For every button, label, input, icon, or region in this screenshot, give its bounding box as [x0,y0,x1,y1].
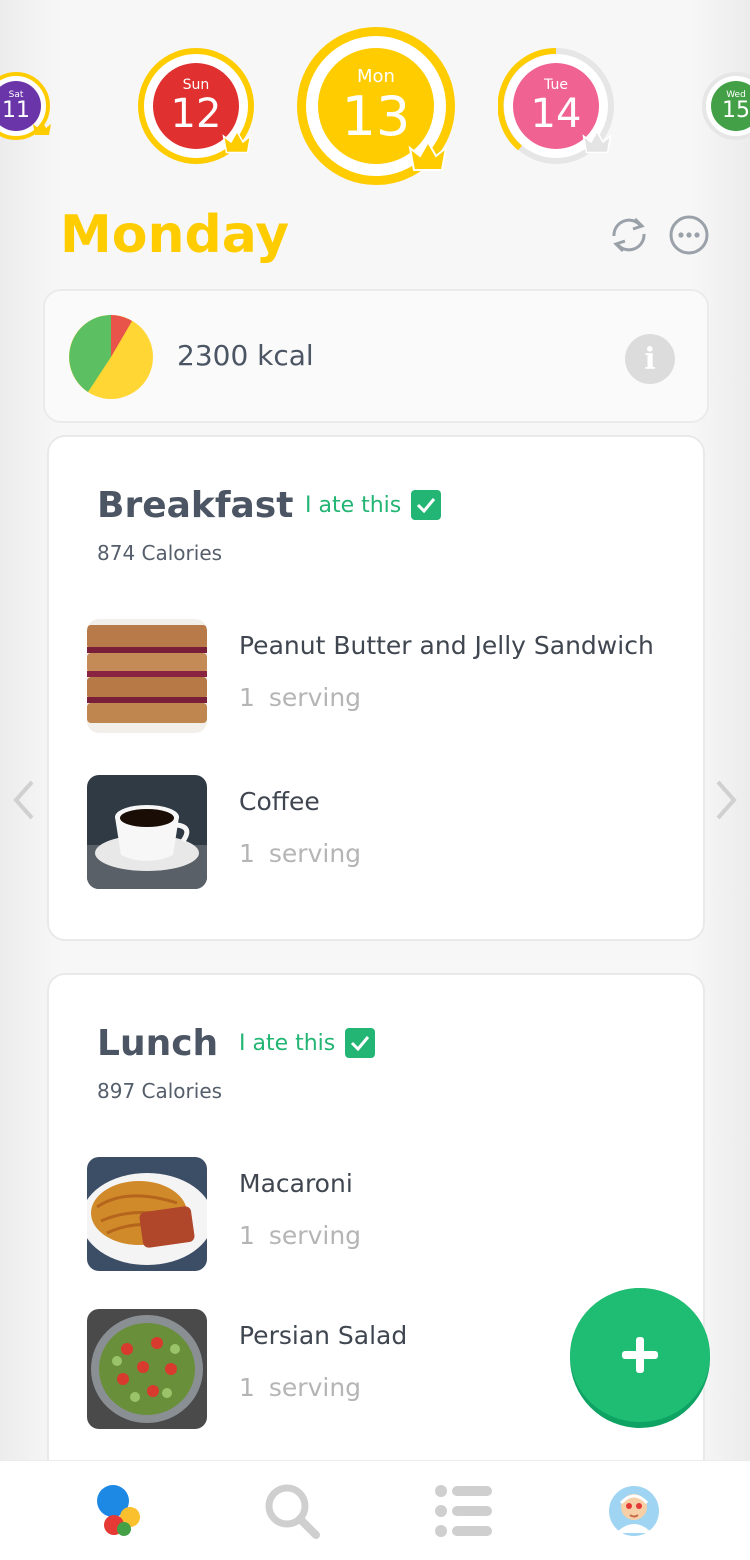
food-image-pbj-sandwich [87,619,207,733]
macro-pie-chart [69,315,153,399]
nav-home[interactable] [25,1461,212,1560]
crown-icon [33,121,51,135]
ate-this-label: I ate this [305,492,402,518]
food-name: Coffee [239,787,320,816]
serving-quantity: 1 [239,683,255,712]
day-date: 15 [722,97,750,123]
day-mon-13[interactable]: Mon 13 [297,27,455,185]
food-serving: 1 serving [239,839,361,868]
bottom-nav [0,1460,750,1560]
meal-title: Lunch [97,1023,219,1064]
serving-unit: serving [268,1373,362,1402]
food-image-coffee [87,775,207,889]
food-serving: 1 serving [239,1221,361,1250]
serving-quantity: 1 [239,1221,255,1250]
serving-unit: serving [268,683,362,712]
day-sun-12[interactable]: Sun 12 [138,48,254,164]
meal-card-breakfast: Breakfast I ate this 874 Calories Peanut… [47,435,705,941]
crown-icon [222,130,252,154]
day-wed-15[interactable]: Wed 15 [702,72,750,140]
food-item[interactable]: Peanut Butter and Jelly Sandwich 1 servin… [87,619,687,733]
nav-list[interactable] [370,1461,557,1560]
add-food-button[interactable] [570,1288,710,1428]
food-image-macaroni [87,1157,207,1271]
food-name: Persian Salad [239,1321,408,1350]
food-name: Peanut Butter and Jelly Sandwich [239,631,654,660]
calorie-summary-card[interactable]: 2300 kcal i [43,289,709,423]
food-image-persian-salad [87,1309,207,1429]
list-icon [434,1485,492,1537]
search-icon [265,1484,320,1539]
info-icon[interactable]: i [625,334,675,384]
crown-icon [582,130,612,154]
day-date: 13 [341,85,411,148]
ate-this-label: I ate this [239,1030,336,1056]
serving-unit: serving [268,839,362,868]
next-day-arrow-icon[interactable] [712,778,742,822]
checkbox-checked-icon [345,1028,376,1058]
ate-this-toggle[interactable]: I ate this [239,1028,376,1058]
home-icon [96,1485,140,1536]
page-title: Monday [60,205,290,265]
day-name: Mon [357,66,395,87]
more-button[interactable] [668,214,710,256]
day-sat-11[interactable]: Sat 11 [0,72,51,140]
ate-this-toggle[interactable]: I ate this [305,490,442,520]
checkbox-checked-icon [411,490,442,520]
day-date: 11 [2,97,30,123]
plus-icon [622,1337,658,1373]
day-name: Sun [182,77,210,93]
serving-quantity: 1 [239,839,255,868]
meal-title: Breakfast [97,485,294,526]
app-screen: Sat 11 Sun 12 Mon 13 Tue 14 Wed 15 Monda… [0,0,750,1560]
day-date: 12 [170,91,222,137]
food-item[interactable]: Macaroni 1 serving [87,1157,687,1271]
refresh-icon [612,217,646,253]
meal-calories: 874 Calories [97,541,223,565]
food-item[interactable]: Coffee 1 serving [87,775,687,889]
refresh-button[interactable] [602,212,656,258]
nav-profile[interactable] [540,1461,727,1560]
profile-avatar-icon [608,1486,659,1536]
more-icon [669,215,709,255]
day-tue-14[interactable]: Tue 14 [498,48,614,164]
previous-day-arrow-icon[interactable] [8,778,38,822]
serving-quantity: 1 [239,1373,255,1402]
food-serving: 1 serving [239,1373,361,1402]
crown-icon [408,140,448,171]
serving-unit: serving [268,1221,362,1250]
meal-calories: 897 Calories [97,1079,223,1103]
daily-calories: 2300 kcal [177,339,314,372]
food-serving: 1 serving [239,683,361,712]
food-name: Macaroni [239,1169,353,1198]
nav-search[interactable] [198,1461,385,1560]
